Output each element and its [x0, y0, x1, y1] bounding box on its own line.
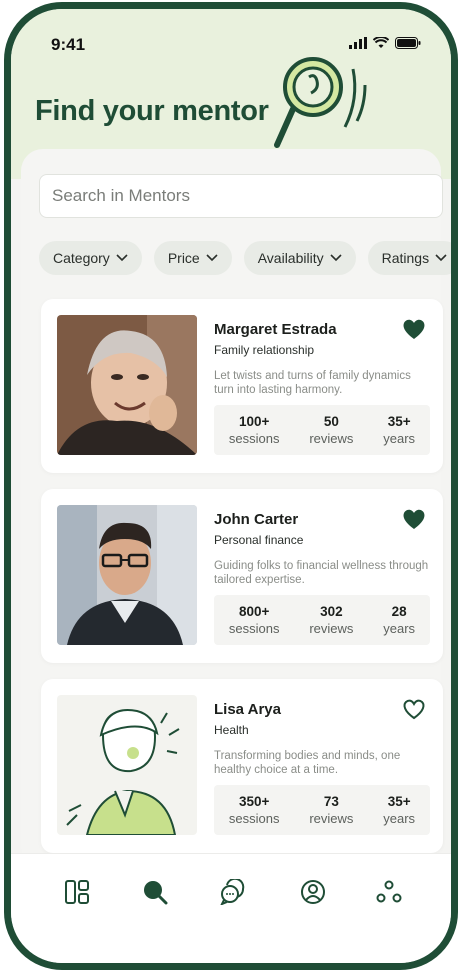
phone-frame: 9:41 Find your mentor Search in Mentors …	[4, 2, 458, 970]
mentor-specialty: Personal finance	[214, 533, 304, 547]
stat-reviews: 50 reviews	[309, 414, 353, 446]
nav-search[interactable]	[139, 876, 171, 908]
stat-value: 73	[323, 794, 339, 809]
filter-price[interactable]: Price	[153, 241, 232, 275]
stat-value: 35+	[387, 414, 411, 429]
heart-outline-icon[interactable]	[401, 697, 427, 721]
heart-filled-icon[interactable]	[401, 507, 427, 531]
nav-profile[interactable]	[297, 876, 329, 908]
stat-label: reviews	[309, 621, 354, 636]
mentor-photo	[57, 315, 197, 455]
nav-chat[interactable]	[217, 876, 249, 908]
stat-label: years	[383, 811, 416, 826]
mentor-name: Lisa Arya	[214, 701, 281, 718]
mentor-card[interactable]: Lisa Arya Health Transforming bodies and…	[41, 679, 443, 853]
stat-label: sessions	[228, 621, 280, 636]
status-icons	[349, 37, 421, 49]
mentor-tagline: Transforming bodies and minds, one healt…	[214, 750, 401, 776]
search-icon	[144, 881, 168, 905]
stat-value: 28	[391, 604, 407, 619]
stat-sessions: 800+ sessions	[229, 604, 280, 636]
heart-filled-icon[interactable]	[401, 317, 427, 341]
stat-label: sessions	[228, 811, 280, 826]
mentor-specialty: Family relationship	[214, 343, 315, 357]
stat-value: 350+	[239, 794, 270, 809]
mentor-photo	[57, 505, 197, 645]
chevron-down-icon	[330, 254, 342, 262]
mentor-stats: 350+ sessions 73 reviews 35+ years	[214, 785, 430, 835]
filter-category[interactable]: Category	[39, 241, 142, 275]
magnifier-illustration-icon	[274, 57, 367, 148]
stat-value: 35+	[387, 794, 411, 809]
mentor-specialty: Health	[214, 723, 249, 737]
filter-label: Availability	[257, 250, 324, 266]
stat-label: reviews	[309, 431, 354, 446]
stat-label: sessions	[228, 431, 280, 446]
mentor-list-panel: Category Price Availability Ratings	[21, 149, 451, 869]
filter-label: Ratings	[381, 250, 430, 266]
filter-ratings[interactable]: Ratings	[367, 241, 451, 275]
stat-years: 35+ years	[383, 794, 415, 826]
status-time: 9:41	[51, 35, 86, 54]
bottom-navigation	[11, 853, 451, 963]
mentor-name: John Carter	[214, 511, 299, 528]
filter-label: Category	[53, 250, 110, 266]
mentor-stats: 800+ sessions 302 reviews 28 years	[214, 595, 430, 645]
mentor-illustration	[57, 695, 197, 835]
mentor-tagline: Let twists and turns of family dynamics …	[214, 370, 411, 396]
filter-chips: Category Price Availability Ratings	[39, 241, 451, 277]
battery-icon	[395, 37, 421, 49]
stat-value: 302	[320, 604, 343, 619]
stat-label: years	[383, 621, 416, 636]
stat-value: 800+	[239, 604, 270, 619]
stat-label: reviews	[309, 811, 354, 826]
stat-years: 35+ years	[383, 414, 415, 446]
mentor-card[interactable]: John Carter Personal finance Guiding fol…	[41, 489, 443, 663]
filter-label: Price	[167, 250, 200, 266]
dashboard-icon	[65, 880, 89, 904]
stat-label: years	[383, 431, 416, 446]
community-icon	[376, 880, 402, 903]
page-title: Find your mentor	[35, 95, 269, 127]
mentor-name: Margaret Estrada	[214, 321, 337, 338]
stat-sessions: 100+ sessions	[229, 414, 280, 446]
stat-reviews: 302 reviews	[309, 604, 353, 636]
signal-icon	[349, 37, 367, 49]
nav-dashboard[interactable]	[61, 876, 93, 908]
chat-icon	[220, 879, 245, 905]
chevron-down-icon	[116, 254, 128, 262]
profile-icon	[301, 880, 325, 904]
mentor-card[interactable]: Margaret Estrada Family relationship Let…	[41, 299, 443, 473]
chevron-down-icon	[206, 254, 218, 262]
nav-community[interactable]	[373, 876, 405, 908]
stat-value: 100+	[239, 414, 270, 429]
chevron-down-icon	[435, 254, 447, 262]
filter-availability[interactable]: Availability	[243, 241, 356, 275]
search-box[interactable]	[39, 174, 443, 218]
stat-years: 28 years	[383, 604, 415, 636]
stat-reviews: 73 reviews	[309, 794, 353, 826]
mentor-stats: 100+ sessions 50 reviews 35+ years	[214, 405, 430, 455]
stat-value: 50	[323, 414, 339, 429]
stat-sessions: 350+ sessions	[229, 794, 280, 826]
search-input[interactable]	[52, 186, 442, 206]
wifi-icon	[373, 37, 389, 48]
mentor-tagline: Guiding folks to financial wellness thro…	[214, 560, 429, 586]
